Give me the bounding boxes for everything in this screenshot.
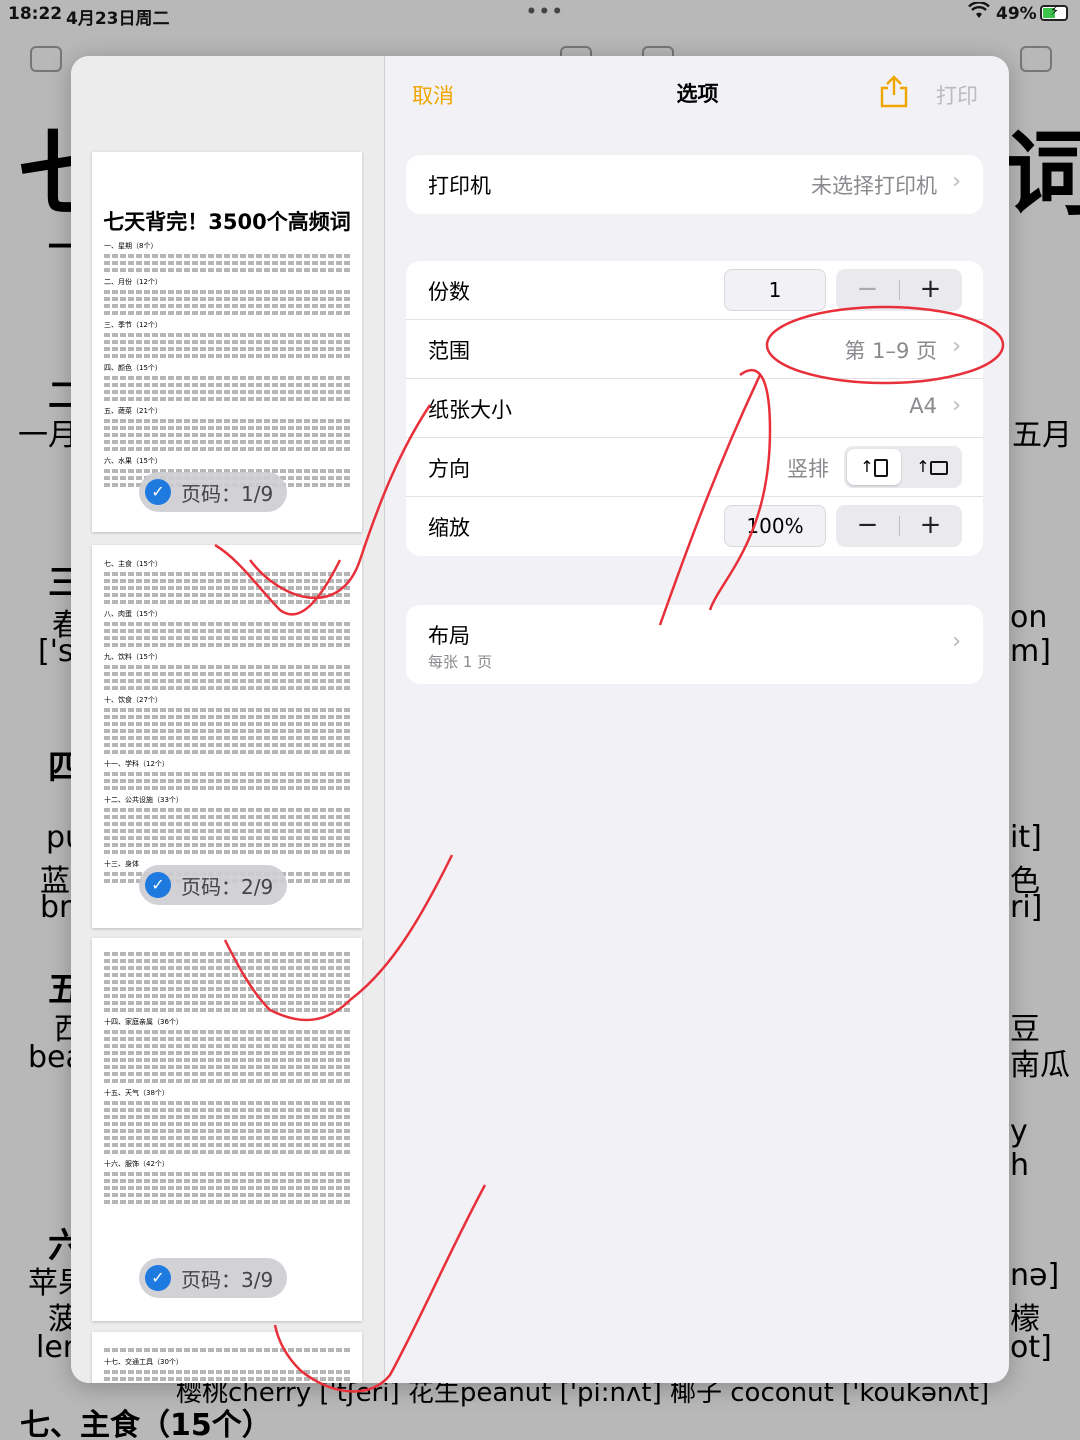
plus-icon[interactable]: + (899, 269, 962, 311)
multitasking-dots-icon[interactable]: ••• (526, 2, 565, 22)
battery-percent: 49% (996, 4, 1037, 24)
preview-title: 七天背完！3500个高频词 (103, 210, 351, 234)
preview-section: 一、星期（8个） (104, 242, 158, 250)
bg-fragment: on (1010, 600, 1048, 635)
printer-group: 打印机 未选择打印机 › (406, 155, 983, 214)
page-badge-1[interactable]: ✓ 页码：1/9 (139, 472, 288, 512)
bg-fragment: 一月 (18, 418, 78, 453)
preview-page-4[interactable]: 十七、交通工具（30个） (92, 1332, 362, 1383)
bg-fragment: 南瓜 (1010, 1048, 1070, 1083)
checkmark-icon: ✓ (145, 872, 171, 898)
copies-label: 份数 (428, 280, 470, 304)
preview-section: 四、颜色（15个） (104, 364, 162, 372)
chevron-right-icon: › (952, 334, 961, 359)
status-date: 4月23日周二 (66, 9, 170, 29)
chevron-right-icon: › (952, 393, 961, 418)
range-label: 范围 (428, 339, 470, 363)
bg-fragment: ri] (1010, 890, 1043, 925)
preview-section: 三、季节（12个） (104, 321, 162, 329)
page-badge-2[interactable]: ✓ 页码：2/9 (139, 865, 288, 905)
minus-icon[interactable]: − (836, 269, 899, 311)
paper-size-value: A4 (909, 394, 937, 418)
status-time: 18:22 (8, 4, 63, 24)
preview-section: 七、主食（15个） (104, 560, 162, 568)
preview-section: 八、肉蛋（15个） (104, 610, 162, 618)
preview-section: 二、月份（12个） (104, 278, 162, 286)
preview-section: 十二、公共设施（33个） (104, 796, 183, 804)
landscape-icon: ↑ (916, 457, 930, 476)
chevron-right-icon: › (952, 629, 961, 654)
preview-section: 九、饮料（15个） (104, 653, 162, 661)
settings-group: 份数 1 − + 范围 第 1–9 页 › 纸张大小 A4 › 方向 竖排 ↑ … (406, 261, 983, 556)
scale-row: 缩放 100% − + (406, 497, 983, 556)
options-panel: 取消 选项 打印 打印机 未选择打印机 › 份数 1 − + 范围 第 1–9 … (386, 56, 1009, 1383)
bg-fragment: m] (1010, 634, 1051, 669)
bg-fragment: 五月 (1012, 418, 1072, 453)
bg-fragment: h (1010, 1148, 1030, 1183)
preview-section: 十七、交通工具（30个） (104, 1358, 183, 1366)
compose-icon (1020, 46, 1052, 72)
sidebar-icon (30, 46, 62, 72)
page-badge-label: 页码：1/9 (181, 481, 274, 506)
checkmark-icon: ✓ (145, 1265, 171, 1291)
nav-bar: 取消 选项 打印 (386, 56, 1009, 132)
scale-field[interactable]: 100% (724, 505, 826, 547)
layout-subtitle: 每张 1 页 (428, 653, 493, 671)
range-value: 第 1–9 页 (844, 339, 937, 363)
preview-section: 十四、家庭亲属（36个） (104, 1018, 183, 1026)
bg-bottom-heading: 七、主食（15个） (20, 1408, 272, 1440)
copies-stepper[interactable]: − + (836, 269, 962, 311)
printer-row[interactable]: 打印机 未选择打印机 › (406, 155, 983, 214)
sheet-title: 选项 (676, 82, 719, 106)
orientation-value: 竖排 (787, 457, 829, 481)
preview-section: 六、水果（15个） (104, 457, 162, 465)
bg-fragment: ot] (1010, 1330, 1052, 1365)
paper-size-row[interactable]: 纸张大小 A4 › (406, 379, 983, 438)
minus-icon[interactable]: − (836, 505, 899, 547)
printer-value: 未选择打印机 (811, 174, 937, 198)
landscape-option[interactable]: ↑ (905, 449, 959, 485)
orientation-segmented-control[interactable]: ↑ ↑ (844, 446, 962, 488)
page-badge-label: 页码：3/9 (181, 1267, 274, 1292)
orientation-label: 方向 (428, 457, 470, 481)
bg-fragment: nə] (1010, 1258, 1060, 1293)
portrait-option[interactable]: ↑ (847, 449, 901, 485)
preview-section: 十六、服饰（42个） (104, 1160, 169, 1168)
chevron-right-icon: › (952, 169, 961, 194)
preview-section: 十、饮食（27个） (104, 696, 162, 704)
wifi-icon (968, 1, 990, 25)
scale-label: 缩放 (428, 516, 470, 540)
bg-fragment: it] (1010, 820, 1042, 855)
plus-icon[interactable]: + (899, 505, 962, 547)
print-button[interactable]: 打印 (936, 80, 978, 110)
status-bar: 18:22 4月23日周二 ••• 49% ⚡ (0, 0, 1080, 29)
layout-row[interactable]: 布局 每张 1 页 › (406, 605, 983, 684)
bg-title-right: 词 (1004, 121, 1080, 228)
layout-label: 布局 (428, 624, 470, 648)
scale-stepper[interactable]: − + (836, 505, 962, 547)
copies-row: 份数 1 − + (406, 261, 983, 320)
page-badge-3[interactable]: ✓ 页码：3/9 (139, 1258, 288, 1298)
bg-fragment: y (1010, 1114, 1028, 1149)
page-badge-label: 页码：2/9 (181, 874, 274, 899)
print-options-sheet: 七天背完！3500个高频词 一、星期（8个） 二、月份（12个） 三、季节（12… (71, 56, 1009, 1383)
orientation-row: 方向 竖排 ↑ ↑ (406, 438, 983, 497)
range-row[interactable]: 范围 第 1–9 页 › (406, 320, 983, 379)
checkmark-icon: ✓ (145, 479, 171, 505)
preview-section: 十一、学科（12个） (104, 760, 169, 768)
preview-section: 十五、天气（38个） (104, 1089, 169, 1097)
share-icon[interactable] (878, 74, 910, 108)
battery-icon: ⚡ (1040, 4, 1068, 21)
portrait-icon: ↑ (860, 457, 874, 476)
page-previews[interactable]: 七天背完！3500个高频词 一、星期（8个） 二、月份（12个） 三、季节（12… (71, 56, 385, 1383)
preview-section: 五、蔬菜（21个） (104, 407, 162, 415)
paper-size-label: 纸张大小 (428, 398, 512, 422)
copies-field[interactable]: 1 (724, 269, 826, 311)
layout-group: 布局 每张 1 页 › (406, 605, 983, 684)
printer-label: 打印机 (428, 174, 491, 198)
